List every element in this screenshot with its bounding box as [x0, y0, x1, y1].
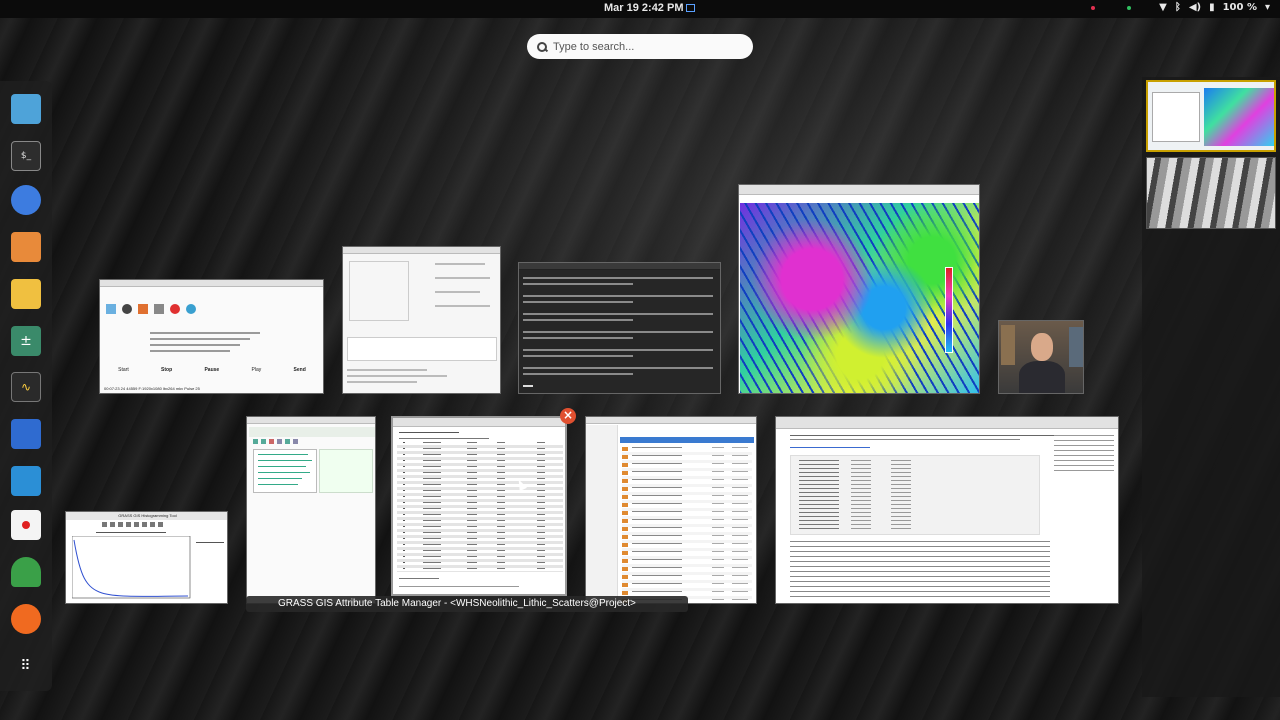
app-store-icon[interactable]	[11, 232, 41, 262]
wifi-icon[interactable]: ▼	[1159, 2, 1167, 13]
window-map-display[interactable]	[738, 184, 980, 394]
recorder-toolbar	[106, 304, 226, 318]
window-attribute-table-manager[interactable]	[391, 416, 567, 596]
screenshot-icon[interactable]	[11, 466, 41, 496]
attribute-table[interactable]	[397, 442, 563, 572]
clock-label: Mar 19 2:42 PM	[604, 2, 684, 14]
window-file-manager[interactable]	[585, 416, 757, 604]
window-caption: GRASS GIS Attribute Table Manager - <WHS…	[246, 596, 688, 612]
firefox-icon[interactable]	[11, 604, 41, 634]
bluetooth-icon[interactable]: ᛒ	[1175, 2, 1181, 13]
recorder-buttons: Start Stop Pause Play Send	[102, 367, 322, 377]
workspace-1[interactable]	[1146, 80, 1276, 152]
pause-button[interactable]: Pause	[204, 367, 219, 377]
recorder-extra-button[interactable]: Play	[252, 367, 262, 377]
window-screen-recorder[interactable]: Start Stop Pause Play Send 00:07:23 24 4…	[99, 279, 324, 394]
workspace-2[interactable]	[1146, 157, 1276, 229]
system-monitor-icon[interactable]: ∿	[11, 372, 41, 402]
search-icon	[537, 41, 547, 52]
recorder-blank-button[interactable]: Start	[118, 367, 129, 377]
window-webcam[interactable]	[998, 320, 1084, 394]
status-indicator-icon	[1127, 5, 1132, 10]
calendar-icon	[686, 4, 696, 12]
record-indicator-icon	[1091, 5, 1096, 10]
top-panel: Mar 19 2:42 PM ▼ ᛒ ◀) ▮ 100 % ▾	[0, 0, 1280, 18]
histogram-curve	[72, 536, 191, 599]
window-documentation-browser[interactable]	[775, 416, 1119, 604]
workspace-switcher	[1142, 77, 1280, 697]
map-legend	[945, 267, 953, 353]
close-window-button[interactable]: ×	[560, 408, 576, 424]
terminal-icon[interactable]: $_	[11, 141, 41, 171]
clock[interactable]: Mar 19 2:42 PM	[604, 2, 696, 14]
search-input[interactable]	[553, 40, 733, 53]
app-grid-icon[interactable]: ⠿	[11, 651, 41, 681]
recorder-status: 00:07:23 24 44559 F:1920x1080 lbx264 mkv…	[104, 386, 200, 391]
volume-icon[interactable]: ◀)	[1189, 2, 1201, 13]
software-updater-icon[interactable]	[11, 419, 41, 449]
battery-label: 100 %	[1222, 2, 1257, 13]
recorder-icon[interactable]	[11, 510, 41, 540]
dock: $_ ± ∿ ⠿	[0, 81, 52, 691]
browser-icon[interactable]	[11, 185, 41, 215]
window-histogram-plot[interactable]: GRASS GIS Histogramming Tool	[65, 511, 228, 604]
stop-button[interactable]: Stop	[161, 367, 172, 377]
presenter-face	[1031, 333, 1053, 361]
window-terminal[interactable]	[518, 262, 721, 394]
plot-window-title: GRASS GIS Histogramming Tool	[66, 512, 227, 520]
window-grass-gis-main[interactable]	[246, 416, 376, 604]
calculator-icon[interactable]: ±	[11, 326, 41, 356]
text-editor-icon[interactable]	[11, 279, 41, 309]
battery-icon[interactable]: ▮	[1209, 2, 1215, 13]
system-tray[interactable]: ▼ ᛒ ◀) ▮ 100 % ▾	[1091, 2, 1270, 13]
grass-gis-icon[interactable]	[11, 557, 41, 587]
elevation-map[interactable]	[740, 203, 979, 393]
window-raster-calculator[interactable]	[342, 246, 501, 394]
search-bar[interactable]	[527, 34, 753, 59]
send-button[interactable]: Send	[294, 367, 306, 377]
chevron-down-icon[interactable]: ▾	[1265, 2, 1270, 13]
files-icon[interactable]	[11, 94, 41, 124]
